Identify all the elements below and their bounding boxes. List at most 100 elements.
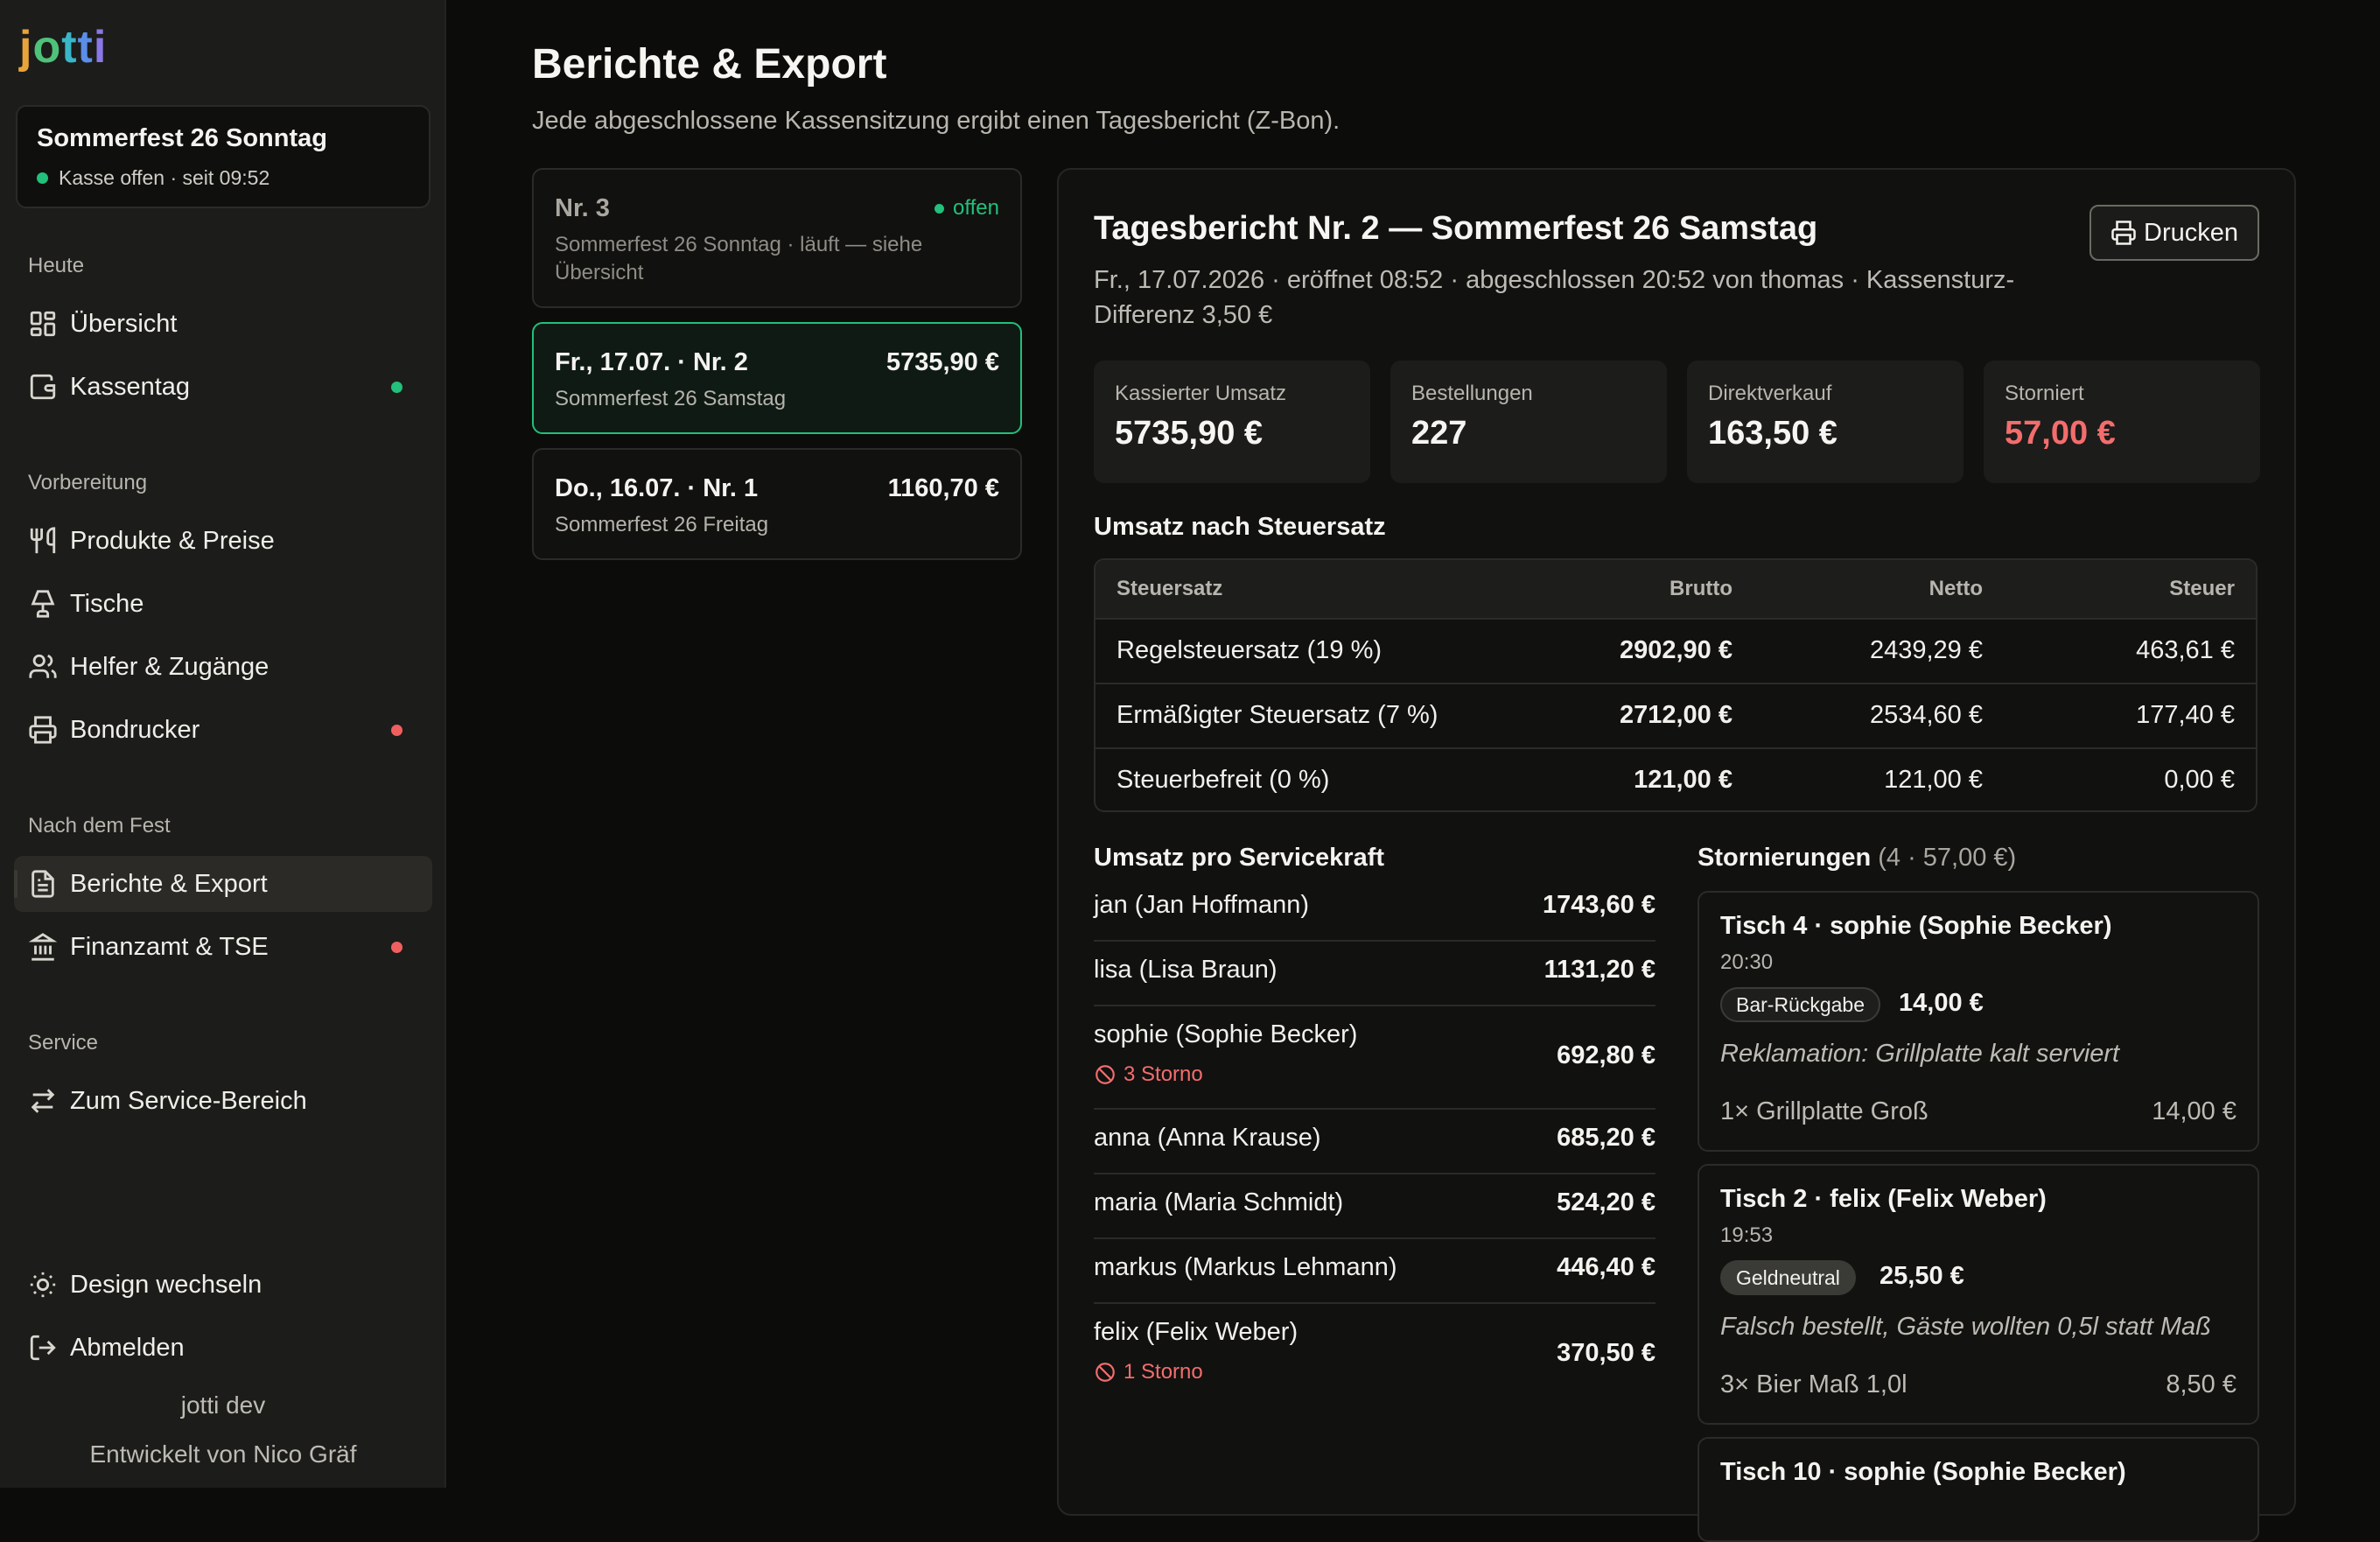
users-icon [29, 654, 57, 678]
report-card-selected[interactable]: Fr., 17.07. · Nr. 2 5735,90 € Sommerfest… [532, 322, 1022, 434]
stat-value: 5735,90 € [1115, 415, 1264, 452]
nav-item-produkte[interactable]: Produkte & Preise [14, 513, 432, 569]
nav-item-abmelden[interactable]: Abmelden [14, 1320, 432, 1376]
print-button[interactable]: Drucken [2090, 205, 2259, 261]
report-card-open[interactable]: Nr. 3 offen Sommerfest 26 Sonntag · läuf… [532, 168, 1022, 308]
document-icon [32, 870, 54, 898]
tax-brutto: 121,00 € [1634, 765, 1732, 794]
status-text: offen [953, 196, 999, 220]
void-amount: 14,00 € [1899, 989, 1984, 1017]
list-item: lisa (Lisa Braun) 1131,20 € [1094, 942, 1656, 1006]
nav-label: Berichte & Export [70, 869, 268, 898]
void-amount: 25,50 € [1880, 1262, 1964, 1290]
logo-letter: i [93, 22, 108, 73]
dashboard-icon [30, 311, 56, 337]
storno-count: 1 Storno [1124, 1360, 1203, 1384]
nav-label: Helfer & Zugänge [70, 652, 270, 681]
staff-amount: 1743,60 € [1542, 891, 1656, 919]
stat-value: 57,00 € [2005, 415, 2116, 452]
nav-item-tische[interactable]: Tische [14, 576, 432, 632]
nav-item-finanzamt[interactable]: Finanzamt & TSE [14, 919, 432, 975]
event-status-text: Kasse offen · seit 09:52 [59, 166, 270, 189]
void-header: Tisch 4 · sophie (Sophie Becker) [1720, 912, 2112, 940]
voids-title: Stornierungen [1698, 844, 1872, 872]
tax-brutto: 2902,90 € [1619, 635, 1732, 664]
tax-section-title: Umsatz nach Steuersatz [1094, 513, 1386, 541]
report-subtitle: Sommerfest 26 Sonntag · läuft — siehe Üb… [555, 233, 923, 284]
report-card[interactable]: Do., 16.07. · Nr. 1 1160,70 € Sommerfest… [532, 448, 1022, 560]
void-card: Tisch 2 · felix (Felix Weber) 19:53 Geld… [1698, 1164, 2259, 1425]
tax-netto: 2439,29 € [1869, 635, 1983, 664]
void-header: Tisch 2 · felix (Felix Weber) [1720, 1185, 2047, 1213]
list-item: markus (Markus Lehmann) 446,40 € [1094, 1239, 1656, 1304]
nav-label: Kassentag [70, 372, 191, 401]
nav-item-design[interactable]: Design wechseln [14, 1257, 432, 1313]
staff-amount: 685,20 € [1557, 1124, 1656, 1152]
nav-label: Zum Service-Bereich [70, 1086, 307, 1115]
stat-card-storniert: Storniert 57,00 € [1984, 361, 2260, 483]
report-subtitle: Sommerfest 26 Freitag [555, 513, 769, 536]
print-label: Drucken [2144, 218, 2238, 247]
stat-label: Storniert [2005, 382, 2084, 405]
voids-section-title: Stornierungen (4 · 57,00 €) [1698, 844, 2016, 873]
logo-letter: j [19, 22, 33, 73]
void-reason: Reklamation: Grillplatte kalt serviert [1720, 1040, 2120, 1068]
tax-steuer: 463,61 € [2136, 635, 2235, 664]
table-row: Ermäßigter Steuersatz (7 %) 2712,00 € 25… [1096, 683, 2256, 749]
section-heute: Heute [28, 254, 85, 277]
void-time: 20:30 [1720, 950, 1774, 974]
nav-item-kassentag[interactable]: Kassentag [14, 359, 432, 415]
logo-letter: t [77, 22, 94, 73]
status-dot-icon [391, 382, 402, 393]
void-reason: Falsch bestellt, Gäste wollten 0,5l stat… [1720, 1313, 2211, 1341]
nav-item-berichte[interactable]: Berichte & Export [14, 856, 432, 912]
report-detail-panel: Tagesbericht Nr. 2 — Sommerfest 26 Samst… [1057, 168, 2296, 1542]
stat-label: Bestellungen [1411, 382, 1533, 405]
current-event-card[interactable]: Sommerfest 26 Sonntag Kasse offen · seit… [16, 105, 430, 208]
tax-steuer: 177,40 € [2136, 700, 2235, 729]
nav-item-helfer[interactable]: Helfer & Zugänge [14, 639, 432, 695]
void-item-price: 14,00 € [2152, 1097, 2236, 1125]
nav-label: Design wechseln [70, 1270, 262, 1299]
ban-icon [1096, 1363, 1115, 1382]
staff-name: markus (Markus Lehmann) [1094, 1253, 1397, 1281]
staff-amount: 370,50 € [1557, 1339, 1656, 1367]
storno-badge: 1 Storno [1094, 1360, 1203, 1384]
stat-card-umsatz: Kassierter Umsatz 5735,90 € [1094, 361, 1370, 483]
swap-icon [31, 1089, 55, 1113]
tax-rate-name: Steuerbefreit (0 %) [1116, 765, 1330, 794]
report-title: Do., 16.07. · Nr. 1 [555, 474, 759, 502]
status-dot-icon [391, 725, 402, 736]
nav-label: Finanzamt & TSE [70, 932, 269, 961]
staff-amount: 446,40 € [1557, 1253, 1656, 1281]
stat-label: Direktverkauf [1708, 382, 1832, 405]
cash-register-icon [30, 374, 56, 400]
list-item: felix (Felix Weber) 1 Storno 370,50 € [1094, 1304, 1656, 1407]
nav-item-bondrucker[interactable]: Bondrucker [14, 702, 432, 758]
stat-value: 163,50 € [1708, 415, 1838, 452]
report-amount: 1160,70 € [887, 474, 999, 502]
tax-steuer: 0,00 € [2164, 765, 2235, 794]
status-badge: offen [934, 196, 999, 221]
staff-amount: 1131,20 € [1544, 956, 1656, 984]
logo-letter: t [61, 22, 78, 73]
section-vorbereitung: Vorbereitung [28, 471, 148, 494]
nav-label: Bondrucker [70, 715, 200, 744]
page-title: Berichte & Export [532, 41, 887, 88]
page-subtitle: Jede abgeschlossene Kassensitzung ergibt… [532, 107, 1340, 135]
nav-item-uebersicht[interactable]: Übersicht [14, 296, 432, 352]
nav-label: Produkte & Preise [70, 526, 275, 555]
utensils-icon [30, 527, 56, 554]
jotti-logo[interactable]: jotti [19, 19, 107, 75]
void-type-badge: Bar-Rückgabe [1720, 987, 1881, 1022]
sun-icon [30, 1272, 56, 1298]
table-row: Steuerbefreit (0 %) 121,00 € 121,00 € 0,… [1096, 747, 2256, 810]
column-header: Netto [1928, 577, 1983, 600]
void-type-badge: Geldneutral [1720, 1260, 1856, 1295]
report-detail-meta: Fr., 17.07.2026 · eröffnet 08:52 · abges… [1094, 266, 2015, 329]
nav-item-service-bereich[interactable]: Zum Service-Bereich [14, 1073, 432, 1129]
nav-label: Abmelden [70, 1333, 185, 1362]
tax-rate-name: Ermäßigter Steuersatz (7 %) [1116, 700, 1438, 729]
tax-rate-name: Regelsteuersatz (19 %) [1116, 635, 1382, 664]
section-service: Service [28, 1031, 99, 1055]
